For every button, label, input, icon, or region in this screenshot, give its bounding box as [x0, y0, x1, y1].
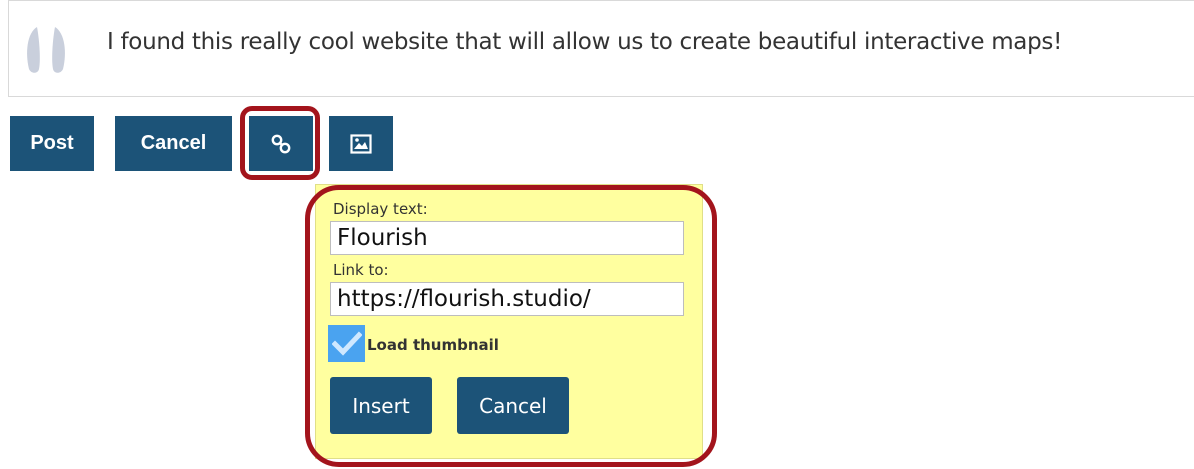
avatar-placeholder-icon	[27, 27, 65, 73]
insert-image-button[interactable]	[329, 116, 393, 171]
cancel-button[interactable]: Cancel	[115, 116, 232, 171]
link-to-label: Link to:	[333, 261, 389, 279]
checkmark-icon	[331, 330, 362, 356]
dialog-cancel-button[interactable]: Cancel	[457, 377, 569, 434]
link-button-highlight	[240, 106, 320, 180]
load-thumbnail-label: Load thumbnail	[367, 336, 499, 354]
page: I found this really cool website that wi…	[0, 0, 1194, 469]
comment-box[interactable]: I found this really cool website that wi…	[8, 0, 1194, 97]
image-icon	[350, 133, 372, 154]
display-text-label: Display text:	[333, 200, 428, 218]
link-to-input[interactable]	[330, 282, 684, 316]
post-button[interactable]: Post	[10, 116, 94, 171]
load-thumbnail-checkbox[interactable]	[328, 325, 365, 362]
insert-button[interactable]: Insert	[330, 377, 432, 434]
display-text-input[interactable]	[330, 221, 684, 255]
comment-text: I found this really cool website that wi…	[107, 29, 1063, 55]
